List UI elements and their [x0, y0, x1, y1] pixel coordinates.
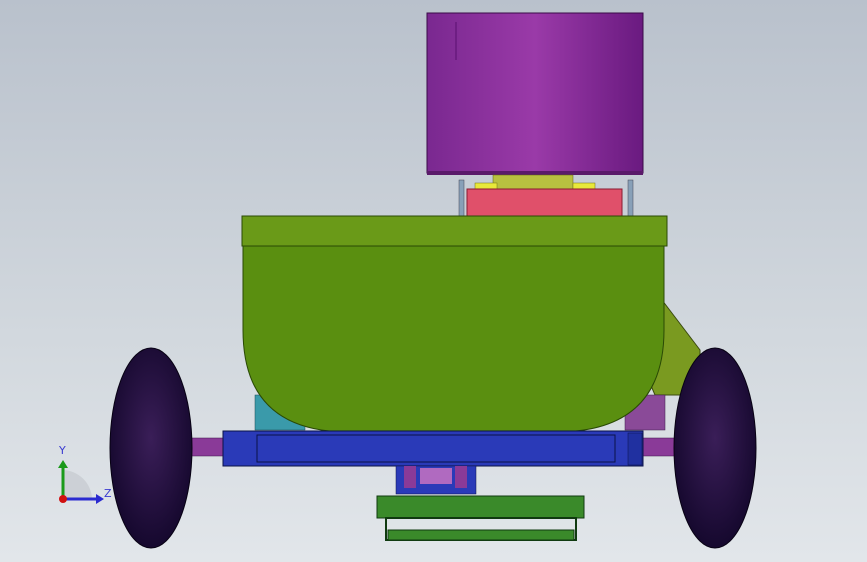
- triad-y-label: Y: [59, 444, 66, 457]
- triad-z-label: Z: [104, 487, 112, 500]
- graphics-viewport[interactable]: Y Z: [0, 0, 867, 562]
- coordinate-triad: [58, 460, 104, 504]
